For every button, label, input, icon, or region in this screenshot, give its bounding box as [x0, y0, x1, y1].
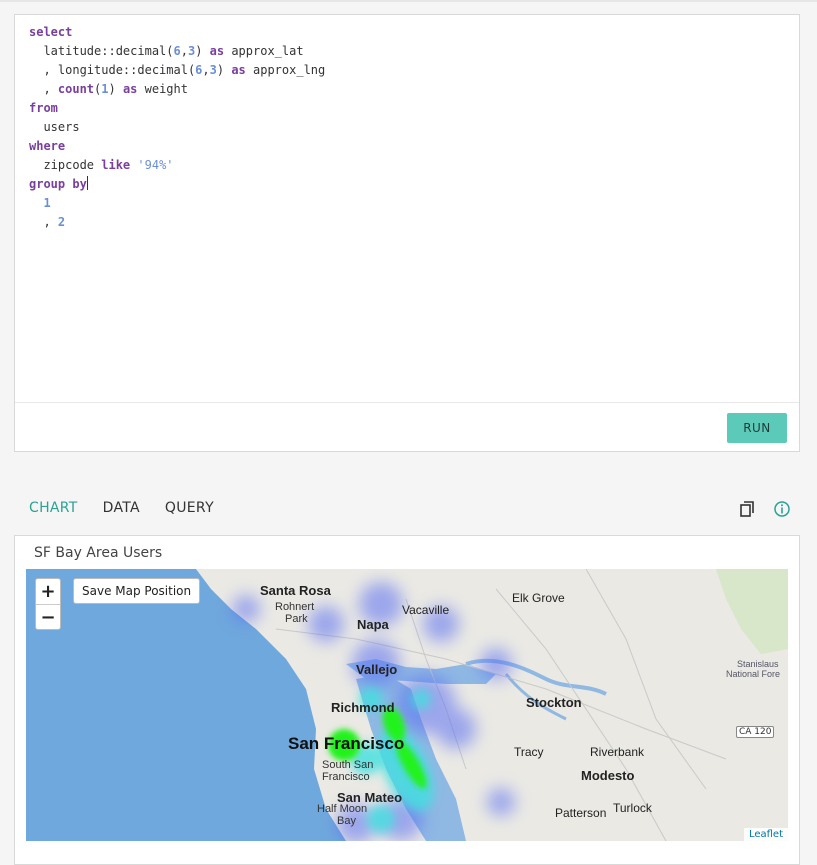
- code-line[interactable]: , count(1) as weight: [29, 80, 789, 99]
- code-token: as: [209, 44, 225, 58]
- place-santa-rosa: Santa Rosa: [260, 583, 331, 598]
- code-line[interactable]: latitude::decimal(6,3) as approx_lat: [29, 42, 789, 61]
- code-token: 1: [43, 196, 51, 210]
- place-patterson: Patterson: [555, 806, 607, 820]
- code-token: zipcode: [29, 158, 102, 172]
- place-vacaville: Vacaville: [402, 603, 450, 617]
- code-token: 1: [101, 82, 109, 96]
- place-turlock: Turlock: [613, 801, 652, 815]
- code-token: weight: [137, 82, 188, 96]
- place-park: Park: [285, 613, 308, 625]
- code-line[interactable]: where: [29, 137, 789, 156]
- code-token: from: [29, 101, 58, 115]
- zoom-control: + −: [35, 578, 61, 630]
- code-token: '94%': [137, 158, 174, 172]
- top-divider: [0, 0, 817, 2]
- code-line[interactable]: from: [29, 99, 789, 118]
- code-token: where: [29, 139, 66, 153]
- code-token: ,: [180, 44, 188, 58]
- save-map-position-button[interactable]: Save Map Position: [73, 578, 201, 604]
- sql-code[interactable]: select latitude::decimal(6,3) as approx_…: [29, 23, 789, 232]
- code-token: as: [231, 63, 246, 77]
- sql-editor[interactable]: select latitude::decimal(6,3) as approx_…: [14, 14, 800, 452]
- chart-panel: SF Bay Area Users Santa Rosa Rohnert Par…: [14, 535, 800, 865]
- place-stanislaus: Stanislaus: [737, 659, 779, 669]
- place-francisco: Francisco: [322, 771, 370, 783]
- code-line[interactable]: , longitude::decimal(6,3) as approx_lng: [29, 61, 789, 80]
- code-token: approx_lng: [245, 63, 326, 77]
- code-token: ,: [29, 82, 58, 96]
- code-token: ): [216, 63, 232, 77]
- tab-query[interactable]: QUERY: [165, 500, 214, 516]
- place-stockton: Stockton: [526, 695, 582, 710]
- place-riverbank: Riverbank: [590, 745, 645, 759]
- code-token: approx_lat: [224, 44, 304, 58]
- leaflet-attribution-link[interactable]: Leaflet: [743, 828, 788, 841]
- code-token: 6: [173, 44, 181, 58]
- code-token: count: [57, 82, 95, 96]
- road-badge-ca120: CA 120: [736, 726, 775, 738]
- code-line[interactable]: users: [29, 118, 789, 137]
- place-san-francisco: San Francisco: [288, 734, 405, 753]
- place-south-san: South San: [322, 759, 374, 771]
- code-token: ,: [202, 63, 210, 77]
- code-line[interactable]: select: [29, 23, 789, 42]
- code-token: like: [101, 158, 131, 172]
- code-token: latitude::decimal(: [29, 44, 174, 58]
- copy-icon[interactable]: [738, 500, 756, 518]
- place-modesto: Modesto: [581, 768, 635, 783]
- place-tracy: Tracy: [514, 745, 544, 759]
- code-token: ,: [29, 215, 58, 229]
- code-token: ): [108, 82, 123, 96]
- code-line[interactable]: group by: [29, 175, 789, 194]
- place-half-moon: Half Moon: [317, 803, 368, 815]
- info-icon[interactable]: [773, 500, 791, 518]
- code-line[interactable]: zipcode like '94%': [29, 156, 789, 175]
- code-token: 3: [209, 63, 217, 77]
- zoom-out-button[interactable]: −: [36, 605, 60, 630]
- place-vallejo: Vallejo: [356, 662, 398, 677]
- heatmap-map[interactable]: Santa Rosa Rohnert Park Vacaville Elk Gr…: [26, 569, 788, 841]
- code-token: group by: [29, 177, 87, 191]
- chart-title: SF Bay Area Users: [34, 545, 163, 561]
- code-token: , longitude::decimal(: [29, 63, 196, 77]
- code-token: as: [122, 82, 138, 96]
- code-token: ): [195, 44, 210, 58]
- place-elk-grove: Elk Grove: [512, 591, 565, 605]
- zoom-in-button[interactable]: +: [36, 579, 60, 605]
- code-line[interactable]: , 2: [29, 213, 789, 232]
- editor-footer: RUN: [15, 402, 799, 451]
- code-token: 2: [57, 215, 66, 229]
- code-token: users: [29, 120, 80, 134]
- tab-data[interactable]: DATA: [103, 500, 140, 516]
- code-line[interactable]: 1: [29, 194, 789, 213]
- code-token: select: [29, 25, 73, 39]
- place-richmond: Richmond: [331, 700, 395, 715]
- run-button[interactable]: RUN: [727, 413, 787, 443]
- place-bay: Bay: [337, 815, 356, 827]
- result-tabs: CHART DATA QUERY: [29, 500, 239, 516]
- place-national-forest: National Fore: [726, 669, 781, 679]
- place-napa: Napa: [357, 617, 389, 632]
- tab-chart[interactable]: CHART: [29, 500, 78, 516]
- text-caret: [86, 176, 88, 190]
- place-rohnert: Rohnert: [275, 601, 315, 613]
